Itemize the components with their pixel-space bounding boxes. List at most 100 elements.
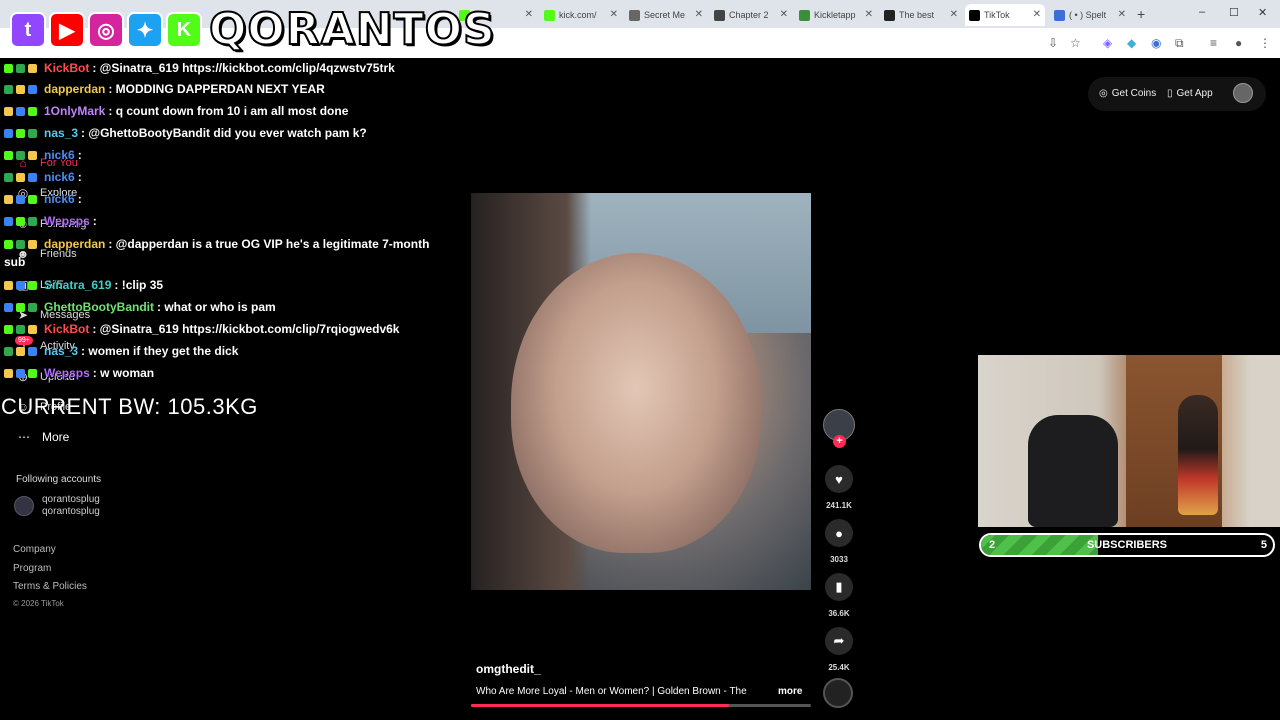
tab-close-icon[interactable]: ✕ [610,9,618,20]
share-button[interactable]: ➦ [825,627,853,655]
nav-more-label: More [42,430,70,444]
chat-badge-icon [4,128,13,138]
tab-close-icon[interactable]: ✕ [950,9,958,20]
like-button[interactable]: ♥ [825,465,853,493]
chat-message: Sinatra_619: !clip 35 [4,278,163,292]
chat-badge-icon [16,324,25,334]
tab-close-icon[interactable]: ✕ [1033,9,1041,20]
chat-badge-icon [28,128,37,138]
minimize-button[interactable]: – [1199,6,1205,18]
maximize-button[interactable]: ☐ [1229,6,1239,19]
chat-username: KickBot [44,61,90,75]
social-icon: K [166,12,202,48]
video-author[interactable]: omgthedit_ [476,662,541,676]
browser-tab[interactable]: TikTok ✕ [965,4,1045,26]
current-bw-label: CURRENT BW: 105.3KG [1,394,258,419]
chat-text: : q count down from 10 i am all most don… [108,104,349,118]
chat-message: sub [4,255,25,269]
stream-logo: t ▶ ◎ ✦ K QORANTOS [10,7,496,53]
chat-badge-icon [16,172,25,182]
chat-badge-icon [28,280,37,290]
extension-icon[interactable]: ◉ [1151,36,1161,50]
video-player[interactable] [471,193,811,590]
extension-icon[interactable]: ◆ [1127,36,1136,50]
footer-program[interactable]: Program [13,563,51,574]
chat-badge-icon [16,216,25,226]
tab-favicon-icon [1054,9,1065,21]
chat-badge-icon [28,106,37,116]
streamer [1178,395,1218,515]
get-app-button[interactable]: ▯ Get App [1167,83,1213,103]
chat-text: : w woman [92,366,155,380]
chat-badge-icon [4,84,13,94]
browser-tab[interactable]: Chapter 2 ✕ [710,4,792,26]
chat-username: Wepsps [44,214,90,228]
chat-badge-icon [16,84,25,94]
chat-message: GhettoBootyBandit: what or who is pam [4,300,276,314]
footer-company[interactable]: Company [13,544,56,555]
following-accounts-title: Following accounts [16,474,102,485]
browser-tab[interactable]: The best ✕ [880,4,962,26]
chat-text: : !clip 35 [114,278,164,292]
comment-icon: ● [835,525,843,541]
video-progress-fill [471,704,730,707]
chat-message: nas_3: women if they get the dick [4,344,238,358]
save-button[interactable]: ▮ [825,573,853,601]
chat-username: nick6 [44,170,75,184]
get-coins-button[interactable]: ◎ Get Coins [1099,83,1156,103]
social-icon: ✦ [127,12,163,48]
tab-label: The best [899,10,935,20]
bookmark-star-icon[interactable]: ☆ [1070,36,1081,50]
following-account[interactable]: qorantosplug qorantosplug [14,494,100,518]
tab-close-icon[interactable]: ✕ [1118,9,1126,20]
browser-tab[interactable]: Secret Me ✕ [625,4,707,26]
new-tab-button[interactable]: + [1137,6,1145,22]
gaming-chair [1028,415,1118,527]
chat-username: 1OnlyMark [44,104,106,118]
video-progress-bar[interactable] [471,704,811,707]
avatar[interactable] [1233,83,1253,103]
window-close-button[interactable]: ✕ [1258,6,1267,19]
browser-tab[interactable]: ( • ) Spelt ✕ [1050,4,1130,26]
kebab-menu-icon[interactable]: ⋮ [1259,36,1271,50]
install-icon[interactable]: ⇩ [1048,36,1058,50]
chat-message: dapperdan: @dapperdan is a true OG VIP h… [4,237,429,251]
video-caption: Who Are More Loyal - Men or Women? | Gol… [476,686,747,697]
subscriber-goal-bar: 2 SUBSCRIBERS 5 [979,533,1275,557]
chat-username: nas_3 [44,344,79,358]
chat-badge-icon [4,172,13,182]
chat-badge-icon [4,194,13,204]
tab-close-icon[interactable]: ✕ [695,9,703,20]
chat-text: : @Sinatra_619 https://kickbot.com/clip/… [92,61,395,75]
like-count: 241.1K [826,501,852,510]
browser-tab[interactable]: Kickletapp ✕ [795,4,877,26]
nav-more[interactable]: ⋯ More [18,430,69,444]
save-count: 36.6K [828,609,850,618]
chat-badge-icon [28,63,37,73]
footer-terms[interactable]: Terms & Policies [13,581,87,592]
chat-badge-icon [4,216,13,226]
chat-text: : @GhettoBootyBandit did you ever watch … [81,126,367,140]
tab-close-icon[interactable]: ✕ [865,9,873,20]
follow-plus-icon[interactable]: + [833,435,846,448]
extension-icon[interactable]: ◈ [1103,36,1112,50]
chat-badge-icon [16,368,25,378]
bookmark-icon: ▮ [835,579,843,594]
chat-badge-icon [4,106,13,116]
chat-text: : @dapperdan is a true OG VIP he's a leg… [108,237,430,251]
caption-more-link[interactable]: more [778,686,802,697]
browser-tab[interactable]: kick.com/ ✕ [540,4,622,26]
chat-message: Wepsps: w woman [4,366,154,380]
chat-username: nas_3 [44,126,79,140]
puzzle-icon[interactable]: ⧉ [1175,36,1184,51]
browser-profile-icon[interactable]: ● [1235,36,1242,50]
music-disc-icon[interactable] [823,678,853,708]
chat-badge-icon [16,239,25,249]
screen: Kick ✕ kick.com/✕ Secret Me ✕ Chapter 2 ✕ Kickl… [0,0,1280,720]
comment-button[interactable]: ● [825,519,853,547]
media-icon[interactable]: ≡ [1210,36,1217,50]
chat-badge-icon [16,150,25,160]
tab-close-icon[interactable]: ✕ [525,9,533,20]
get-coins-label: Get Coins [1111,87,1157,99]
tab-close-icon[interactable]: ✕ [780,9,788,20]
